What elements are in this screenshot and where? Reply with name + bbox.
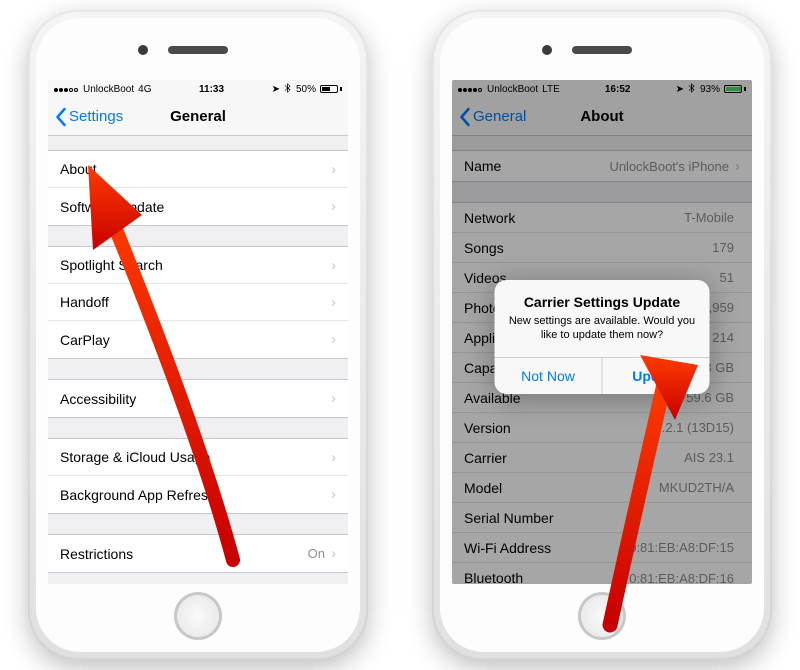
settings-row[interactable]: Background App Refresh › [48,476,348,513]
about-row: Carrier AIS 23.1 [452,443,752,473]
row-label: Wi-Fi Address [464,540,551,556]
row-label: Storage & iCloud Usage [60,449,210,465]
row-value: On [308,546,325,561]
back-button[interactable]: General [458,107,526,127]
about-row: Serial Number [452,503,752,533]
iphone-mockup-left: UnlockBoot 4G 11:33 ➤ 50% Settings [28,10,368,660]
settings-row[interactable]: Accessibility › [48,380,348,417]
battery-percent: 93% [700,84,720,95]
row-label: Background App Refresh [60,487,216,503]
chevron-right-icon: › [331,257,336,274]
home-button[interactable] [174,592,222,640]
settings-row[interactable]: Software Update › [48,188,348,225]
row-label: Model [464,480,502,496]
row-label: Software Update [60,199,164,215]
chevron-right-icon: › [735,158,740,175]
settings-row[interactable]: CarPlay › [48,321,348,358]
row-value: 179 [712,240,734,255]
battery-percent: 50% [296,84,316,95]
alert-title: Carrier Settings Update [495,280,710,312]
settings-row[interactable]: Restrictions On › [48,535,348,572]
row-value: T-Mobile [684,210,734,225]
home-button[interactable] [578,592,626,640]
row-label: CarPlay [60,332,110,348]
settings-row[interactable]: Spotlight Search › [48,247,348,284]
about-row: Wi-Fi Address 70:81:EB:A8:DF:15 [452,533,752,563]
phone-speaker [168,46,228,54]
carrier-settings-alert: Carrier Settings Update New settings are… [495,280,710,394]
settings-row[interactable]: About › [48,151,348,188]
phone-camera [542,45,552,55]
status-bar: UnlockBoot LTE 16:52 ➤ 93% [452,80,752,98]
row-label: Spotlight Search [60,257,163,273]
update-button[interactable]: Update [603,358,710,394]
about-row: Songs 179 [452,233,752,263]
battery-icon [724,85,746,93]
row-label: About [60,161,97,177]
row-label: Version [464,420,511,436]
about-row: Version 10.2.1 (13D15) [452,413,752,443]
network-label: 4G [138,84,151,95]
chevron-right-icon: › [331,545,336,562]
chevron-right-icon: › [331,390,336,407]
back-label: General [473,108,526,125]
network-label: LTE [542,84,560,95]
about-row[interactable]: Name UnlockBoot's iPhone › [452,151,752,181]
iphone-mockup-right: UnlockBoot LTE 16:52 ➤ 93% [432,10,772,660]
row-label: Name [464,158,501,174]
chevron-right-icon: › [331,449,336,466]
row-label: Carrier [464,450,507,466]
carrier-label: UnlockBoot [83,84,134,95]
row-value: AIS 23.1 [684,450,734,465]
chevron-right-icon: › [331,294,336,311]
not-now-button[interactable]: Not Now [495,358,603,394]
row-label: Songs [464,240,504,256]
back-label: Settings [69,108,123,125]
row-value: 51 [720,270,734,285]
phone-speaker [572,46,632,54]
row-label: Serial Number [464,510,553,526]
location-icon: ➤ [272,84,280,95]
row-value: 70:81:EB:A8:DF:15 [622,540,734,555]
chevron-left-icon [458,107,471,127]
about-row: Bluetooth 70:81:EB:A8:DF:16 [452,563,752,584]
chevron-right-icon: › [331,486,336,503]
location-icon: ➤ [676,84,684,95]
chevron-left-icon [54,107,67,127]
nav-bar: General About [452,98,752,136]
row-value: UnlockBoot's iPhone [609,159,729,174]
chevron-right-icon: › [331,198,336,215]
carrier-label: UnlockBoot [487,84,538,95]
bluetooth-icon [688,83,696,96]
row-value: 70:81:EB:A8:DF:16 [622,571,734,585]
row-value: 10.2.1 (13D15) [647,420,734,435]
row-label: Bluetooth [464,570,523,584]
settings-row[interactable]: Storage & iCloud Usage › [48,439,348,476]
back-button[interactable]: Settings [54,107,123,127]
battery-icon [320,85,342,93]
clock-label: 16:52 [605,84,631,95]
nav-title: About [580,108,623,125]
nav-title: General [170,108,226,125]
signal-strength-icon [458,84,483,95]
nav-bar: Settings General [48,98,348,136]
row-label: Restrictions [60,546,133,562]
row-label: Accessibility [60,391,136,407]
row-value: MKUD2TH/A [659,480,734,495]
row-label: Handoff [60,294,109,310]
row-value: 214 [712,330,734,345]
about-row: Network T-Mobile [452,203,752,233]
clock-label: 11:33 [199,84,224,95]
chevron-right-icon: › [331,161,336,178]
signal-strength-icon [54,84,79,95]
about-row: Model MKUD2TH/A [452,473,752,503]
alert-message: New settings are available. Would you li… [495,312,710,357]
phone-camera [138,45,148,55]
row-label: Network [464,210,515,226]
chevron-right-icon: › [331,331,336,348]
status-bar: UnlockBoot 4G 11:33 ➤ 50% [48,80,348,98]
settings-list[interactable]: About›Software Update›Spotlight Search›H… [48,150,348,573]
bluetooth-icon [284,83,292,96]
settings-row[interactable]: Handoff › [48,284,348,321]
